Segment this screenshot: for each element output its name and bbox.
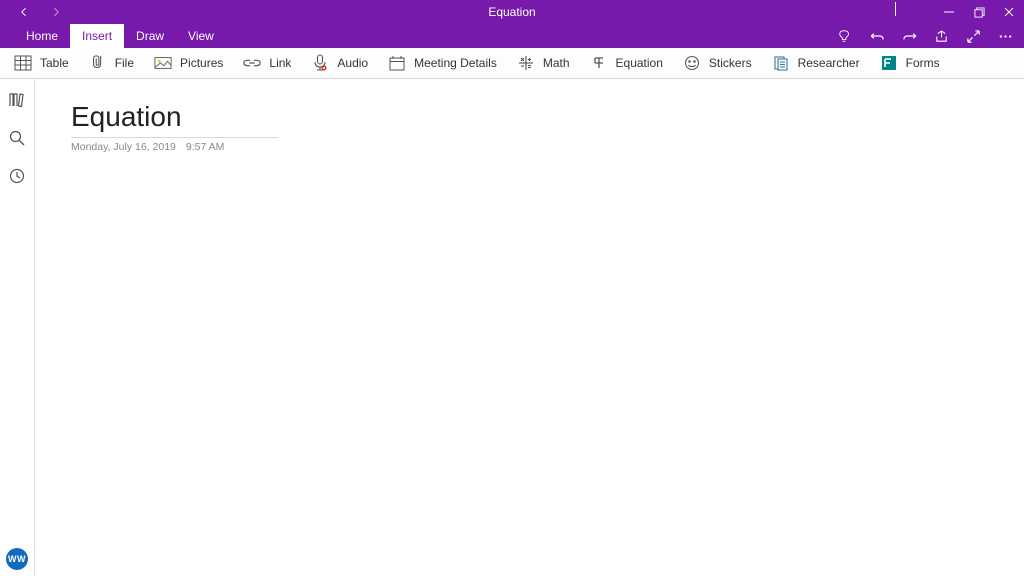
table-icon	[14, 54, 32, 72]
minimize-button[interactable]	[934, 0, 964, 24]
link-icon	[243, 54, 261, 72]
close-button[interactable]	[994, 0, 1024, 24]
more-button[interactable]	[996, 27, 1014, 45]
text-cursor-indicator	[895, 2, 896, 16]
ribbon-forms[interactable]: Forms	[880, 48, 940, 78]
stickers-icon	[683, 54, 701, 72]
equation-icon	[590, 54, 608, 72]
window-title: Equation	[488, 5, 535, 19]
fullscreen-button[interactable]	[964, 27, 982, 45]
ribbon-file[interactable]: File	[89, 48, 134, 78]
ribbon-pictures-label: Pictures	[180, 56, 223, 70]
pictures-icon	[154, 54, 172, 72]
ribbon-insert: Table File Pictures Link Audio Meeting D…	[0, 48, 1024, 79]
maximize-button[interactable]	[964, 0, 994, 24]
ribbon-researcher[interactable]: Researcher	[772, 48, 860, 78]
user-avatar[interactable]: WW	[6, 548, 28, 570]
tab-view[interactable]: View	[176, 24, 226, 48]
ribbon-math[interactable]: Math	[517, 48, 570, 78]
forward-button[interactable]	[50, 6, 62, 18]
forms-icon	[880, 54, 898, 72]
math-icon	[517, 54, 535, 72]
ribbon-meeting-label: Meeting Details	[414, 56, 497, 70]
ribbon-stickers-label: Stickers	[709, 56, 752, 70]
file-icon	[89, 54, 107, 72]
ribbon-equation-label: Equation	[616, 56, 663, 70]
ribbon-meeting[interactable]: Meeting Details	[388, 48, 497, 78]
ribbon-stickers[interactable]: Stickers	[683, 48, 752, 78]
ribbon-researcher-label: Researcher	[798, 56, 860, 70]
ribbon-forms-label: Forms	[906, 56, 940, 70]
recent-button[interactable]	[8, 167, 26, 185]
ribbon-table[interactable]: Table	[14, 48, 69, 78]
ribbon-equation[interactable]: Equation	[590, 48, 663, 78]
redo-button[interactable]	[900, 27, 918, 45]
page-date: Monday, July 16, 2019	[71, 141, 176, 153]
page-meta: Monday, July 16, 2019 9:57 AM	[71, 137, 278, 153]
ribbon-link-label: Link	[269, 56, 291, 70]
tab-draw[interactable]: Draw	[124, 24, 176, 48]
title-bar: Equation	[0, 0, 1024, 24]
audio-icon	[311, 54, 329, 72]
main-area: Equation Monday, July 16, 2019 9:57 AM	[0, 79, 1024, 576]
researcher-icon	[772, 54, 790, 72]
back-button[interactable]	[18, 6, 30, 18]
tab-home[interactable]: Home	[14, 24, 70, 48]
ribbon-file-label: File	[115, 56, 134, 70]
ribbon-table-label: Table	[40, 56, 69, 70]
notebooks-button[interactable]	[8, 91, 26, 109]
tell-me-button[interactable]	[836, 27, 854, 45]
page-title[interactable]: Equation	[71, 101, 1024, 137]
ribbon-pictures[interactable]: Pictures	[154, 48, 223, 78]
tab-bar: Home Insert Draw View	[0, 24, 1024, 48]
page-canvas[interactable]: Equation Monday, July 16, 2019 9:57 AM	[35, 79, 1024, 576]
undo-button[interactable]	[868, 27, 886, 45]
tab-insert[interactable]: Insert	[70, 24, 124, 48]
search-button[interactable]	[8, 129, 26, 147]
meeting-icon	[388, 54, 406, 72]
ribbon-math-label: Math	[543, 56, 570, 70]
left-sidebar	[0, 79, 35, 576]
ribbon-link[interactable]: Link	[243, 48, 291, 78]
page-time: 9:57 AM	[186, 141, 225, 153]
share-button[interactable]	[932, 27, 950, 45]
ribbon-audio-label: Audio	[337, 56, 368, 70]
ribbon-audio[interactable]: Audio	[311, 48, 368, 78]
